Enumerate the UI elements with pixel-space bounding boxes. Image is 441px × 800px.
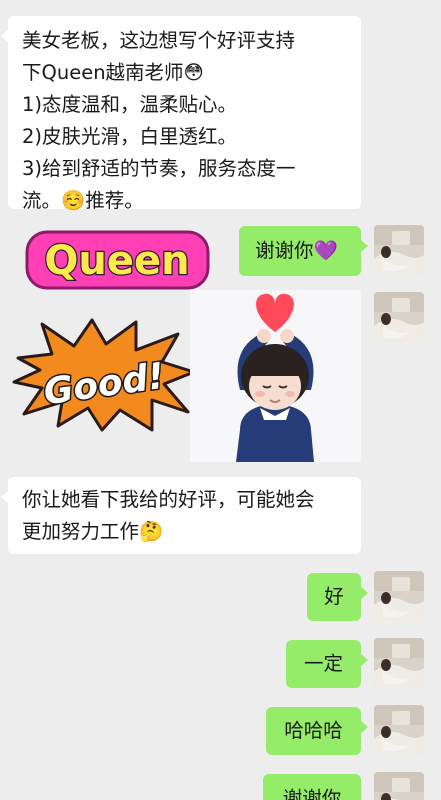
review-line-5: 3)给到舒适的节奏，服务态度一 — [22, 157, 296, 180]
avatar-photo-icon — [374, 571, 424, 621]
reply-line-2: 更加努力工作🤔 — [22, 520, 164, 543]
message-bubble-thanks-partial[interactable]: 谢谢你 — [263, 774, 361, 800]
review-line-2: 下Queen越南老师😳 — [22, 61, 204, 84]
child-photo-icon — [190, 290, 361, 462]
review-line-6: 流。☺️推荐。 — [22, 189, 144, 212]
thanks-text: 谢谢你💜 — [255, 239, 338, 262]
user-avatar[interactable] — [374, 638, 424, 688]
child-heart-sticker[interactable] — [190, 290, 361, 462]
queen-sticker-text: Queen — [44, 238, 189, 284]
good-sticker[interactable]: Good! — [12, 318, 197, 433]
user-avatar[interactable] — [374, 225, 424, 275]
sure-text: 一定 — [303, 652, 343, 675]
message-bubble-thanks[interactable]: 谢谢你💜 — [239, 226, 368, 276]
reply-line-1: 你让她看下我给的好评，可能她会 — [22, 488, 315, 511]
haha-text: 哈哈哈 — [284, 719, 343, 742]
message-bubble-haha[interactable]: 哈哈哈 — [266, 707, 368, 755]
message-bubble-review[interactable]: 美女老板，这边想写个好评支持 下Queen越南老师😳 1)态度温和，温柔贴心。 … — [1, 16, 361, 212]
avatar-photo-icon — [374, 705, 424, 755]
avatar-photo-icon — [374, 638, 424, 688]
message-bubble-sure[interactable]: 一定 — [286, 640, 368, 688]
avatar-photo-icon — [374, 292, 424, 342]
review-line-3: 1)态度温和，温柔贴心。 — [22, 93, 238, 116]
user-avatar[interactable] — [374, 292, 424, 342]
user-avatar[interactable] — [374, 571, 424, 621]
message-bubble-ok[interactable]: 好 — [307, 573, 368, 621]
message-bubble-reply[interactable]: 你让她看下我给的好评，可能她会 更加努力工作🤔 — [1, 477, 361, 554]
queen-sticker[interactable]: Queen — [25, 230, 210, 290]
avatar-photo-icon — [374, 772, 424, 800]
review-line-1: 美女老板，这边想写个好评支持 — [22, 29, 296, 52]
thanks-partial-text: 谢谢你 — [282, 787, 342, 800]
user-avatar[interactable] — [374, 705, 424, 755]
user-avatar[interactable] — [374, 772, 424, 800]
avatar-photo-icon — [374, 225, 424, 275]
ok-text: 好 — [324, 585, 344, 608]
review-line-4: 2)皮肤光滑，白里透红。 — [22, 125, 238, 148]
